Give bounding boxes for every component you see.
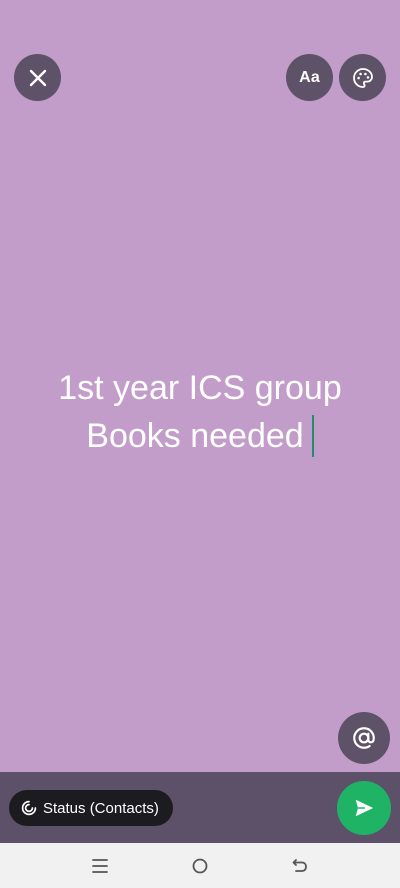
send-button[interactable] — [337, 781, 391, 835]
home-icon — [192, 858, 208, 874]
close-button[interactable] — [14, 54, 61, 101]
audience-selector-chip[interactable]: Status (Contacts) — [9, 790, 173, 826]
home-button[interactable] — [189, 855, 211, 877]
text-caret — [311, 415, 314, 457]
status-text-line-2: Books needed — [86, 417, 304, 455]
status-bottom-bar: Status (Contacts) — [0, 772, 400, 843]
recent-apps-button[interactable] — [89, 855, 111, 877]
status-text-line-1: 1st year ICS group — [58, 369, 342, 407]
send-icon — [355, 799, 374, 817]
palette-icon — [352, 67, 373, 88]
color-palette-button[interactable] — [339, 54, 386, 101]
back-button[interactable] — [289, 855, 311, 877]
close-icon — [29, 69, 46, 86]
status-text-input[interactable]: 1st year ICS group Books needed — [0, 364, 400, 460]
font-icon: Aa — [299, 68, 320, 86]
status-canvas[interactable]: Aa 1st year ICS group Books needed — [0, 0, 400, 772]
back-icon — [292, 859, 307, 872]
at-icon — [353, 727, 375, 749]
mention-button[interactable] — [338, 712, 390, 764]
system-navigation-bar — [0, 843, 400, 888]
font-style-button[interactable]: Aa — [286, 54, 333, 101]
status-icon — [21, 800, 37, 816]
status-text-line-2-wrap: Books needed — [0, 412, 400, 460]
audience-label: Status (Contacts) — [43, 799, 159, 817]
recent-apps-icon — [92, 859, 108, 873]
